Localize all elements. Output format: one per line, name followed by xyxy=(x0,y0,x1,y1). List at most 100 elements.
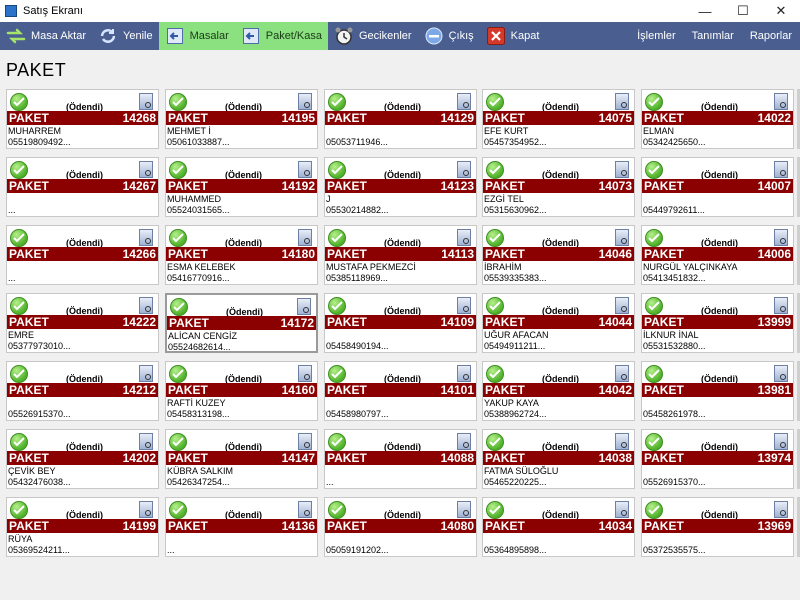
checkmark-icon xyxy=(169,229,187,247)
document-search-icon[interactable] xyxy=(298,229,312,246)
masalar-button[interactable]: Masalar xyxy=(158,22,235,50)
document-search-icon[interactable] xyxy=(298,365,312,382)
order-card[interactable]: (Ödendi) PAKET 14268 MUHARREM 05519809492... xyxy=(6,89,159,149)
order-card[interactable]: (Ödendi) PAKET 14160 RAFTİ KUZEY 05458313198… xyxy=(165,361,318,421)
order-card[interactable]: (Ödendi) PAKET 14199 RÜYA 05369524211... xyxy=(6,497,159,557)
document-search-icon[interactable] xyxy=(139,501,153,518)
document-search-icon[interactable] xyxy=(139,297,153,314)
paket-label: PAKET xyxy=(327,383,367,397)
close-button[interactable]: ✕ xyxy=(762,0,800,22)
maximize-button[interactable]: ☐ xyxy=(724,0,762,22)
document-search-icon[interactable] xyxy=(615,433,629,450)
document-search-icon[interactable] xyxy=(615,93,629,110)
order-card[interactable]: (Ödendi) PAKET 14136... xyxy=(165,497,318,557)
paket-label: PAKET xyxy=(327,247,367,261)
document-search-icon[interactable] xyxy=(457,501,471,518)
order-card[interactable]: (Ödendi) PAKET 13981 05458261978... xyxy=(641,361,794,421)
order-number: 14267 xyxy=(122,179,156,193)
document-search-icon[interactable] xyxy=(139,433,153,450)
gecikenler-button[interactable]: Gecikenler xyxy=(328,22,418,50)
checkmark-icon xyxy=(486,365,504,383)
document-search-icon[interactable] xyxy=(457,433,471,450)
document-search-icon[interactable] xyxy=(297,298,311,315)
document-search-icon[interactable] xyxy=(615,161,629,178)
document-search-icon[interactable] xyxy=(774,229,788,246)
document-search-icon[interactable] xyxy=(615,501,629,518)
document-search-icon[interactable] xyxy=(457,93,471,110)
document-search-icon[interactable] xyxy=(774,365,788,382)
minimize-button[interactable]: — xyxy=(686,0,724,22)
order-card[interactable]: (Ödendi) PAKET 14267... xyxy=(6,157,159,217)
document-search-icon[interactable] xyxy=(457,297,471,314)
document-search-icon[interactable] xyxy=(774,161,788,178)
order-card[interactable]: (Ödendi) PAKET 14038 FATMA SÜLOĞLU 05465220… xyxy=(482,429,635,489)
paket-bar: PAKET 14006 xyxy=(642,247,793,261)
document-search-icon[interactable] xyxy=(139,93,153,110)
customer-phone: 05524682614... xyxy=(168,342,231,352)
order-card[interactable]: (Ödendi) PAKET 14266... xyxy=(6,225,159,285)
order-card[interactable]: (Ödendi) PAKET 14180 ESMA KELEBEK 0541677091… xyxy=(165,225,318,285)
order-card[interactable]: (Ödendi) PAKET 14129 05053711946... xyxy=(324,89,477,149)
document-search-icon[interactable] xyxy=(139,161,153,178)
document-search-icon[interactable] xyxy=(457,229,471,246)
order-card[interactable]: (Ödendi) PAKET 14101 05458980797... xyxy=(324,361,477,421)
order-card[interactable]: (Ödendi) PAKET 14044 UĞUR AFACAN 0549491121… xyxy=(482,293,635,353)
document-search-icon[interactable] xyxy=(298,161,312,178)
document-search-icon[interactable] xyxy=(774,501,788,518)
kapat-button[interactable]: Kapat xyxy=(480,22,546,50)
document-search-icon[interactable] xyxy=(457,161,471,178)
document-search-icon[interactable] xyxy=(774,297,788,314)
document-search-icon[interactable] xyxy=(615,229,629,246)
order-card[interactable]: (Ödendi) PAKET 13969 05372535575... xyxy=(641,497,794,557)
order-number: 14080 xyxy=(440,519,474,533)
order-card[interactable]: (Ödendi) PAKET 14222 EMRE 05377973010... xyxy=(6,293,159,353)
order-card[interactable]: (Ödendi) PAKET 14113 MUSTAFA PEKMEZCİ 053851… xyxy=(324,225,477,285)
customer-phone: 05494911211... xyxy=(484,341,546,351)
customer-phone: 05519809492... xyxy=(8,137,71,147)
order-card[interactable]: (Ödendi) PAKET 14046 İBRAHİM 05539335383... xyxy=(482,225,635,285)
masa-aktar-button[interactable]: Masa Aktar xyxy=(0,22,92,50)
order-card[interactable]: (Ödendi) PAKET 14088... xyxy=(324,429,477,489)
document-search-icon[interactable] xyxy=(615,297,629,314)
order-card[interactable]: (Ödendi) PAKET 14123 J 05530214882... xyxy=(324,157,477,217)
order-card[interactable]: (Ödendi) PAKET 14195 MEHMET İ 05061033887... xyxy=(165,89,318,149)
order-card[interactable]: (Ödendi) PAKET 14022 ELMAN 05342425650... xyxy=(641,89,794,149)
raporlar-menu[interactable]: Raporlar xyxy=(742,22,800,50)
order-card[interactable]: (Ödendi) PAKET 13974 05526915370... xyxy=(641,429,794,489)
islemler-menu[interactable]: İşlemler xyxy=(629,22,684,50)
masalar-label: Masalar xyxy=(189,30,229,42)
document-search-icon[interactable] xyxy=(298,501,312,518)
order-card[interactable]: (Ödendi) PAKET 14073 EZGİ TEL 05315630962... xyxy=(482,157,635,217)
document-search-icon[interactable] xyxy=(615,365,629,382)
order-card[interactable]: (Ödendi) PAKET 14109 05458490194... xyxy=(324,293,477,353)
customer-phone: 05531532880... xyxy=(643,341,706,351)
order-card[interactable]: (Ödendi) PAKET 14192 MUHAMMED 05524031565..… xyxy=(165,157,318,217)
order-card[interactable]: (Ödendi) PAKET 14172 ALİCAN CENGİZ 05524682… xyxy=(165,293,318,353)
document-search-icon[interactable] xyxy=(298,433,312,450)
order-card[interactable]: (Ödendi) PAKET 14080 05059191202... xyxy=(324,497,477,557)
order-card[interactable]: (Ödendi) PAKET 14075 EFE KURT 05457354952... xyxy=(482,89,635,149)
customer-name: RÜYA xyxy=(8,534,33,544)
tanimlar-menu[interactable]: Tanımlar xyxy=(684,22,742,50)
yenile-button[interactable]: Yenile xyxy=(92,22,159,50)
order-card[interactable]: (Ödendi) PAKET 14147 KÜBRA SALKIM 0542634725… xyxy=(165,429,318,489)
order-card[interactable]: (Ödendi) PAKET 14202 ÇEVİK BEY 05432476038.… xyxy=(6,429,159,489)
document-search-icon[interactable] xyxy=(774,93,788,110)
document-search-icon[interactable] xyxy=(139,229,153,246)
document-search-icon[interactable] xyxy=(774,433,788,450)
paket-label: PAKET xyxy=(168,111,208,125)
order-card[interactable]: (Ödendi) PAKET 14007 05449792611... xyxy=(641,157,794,217)
order-card[interactable]: (Ödendi) PAKET 14042 YAKUP KAYA 05388962724… xyxy=(482,361,635,421)
order-card[interactable]: (Ödendi) PAKET 14212 05526915370... xyxy=(6,361,159,421)
paket-kasa-button[interactable]: Paket/Kasa xyxy=(234,22,328,50)
paket-label: PAKET xyxy=(644,383,684,397)
document-search-icon[interactable] xyxy=(139,365,153,382)
order-card[interactable]: (Ödendi) PAKET 13999 İLKNUR İNAL 0553153288… xyxy=(641,293,794,353)
document-search-icon[interactable] xyxy=(457,365,471,382)
order-card[interactable]: (Ödendi) PAKET 14034 05364895898... xyxy=(482,497,635,557)
cikis-button[interactable]: Çıkış xyxy=(418,22,480,50)
order-card[interactable]: (Ödendi) PAKET 14006 NURGÜL YALÇINKAYA 05413… xyxy=(641,225,794,285)
customer-phone: 05526915370... xyxy=(8,409,71,419)
order-number: 14222 xyxy=(122,315,156,329)
document-search-icon[interactable] xyxy=(298,93,312,110)
